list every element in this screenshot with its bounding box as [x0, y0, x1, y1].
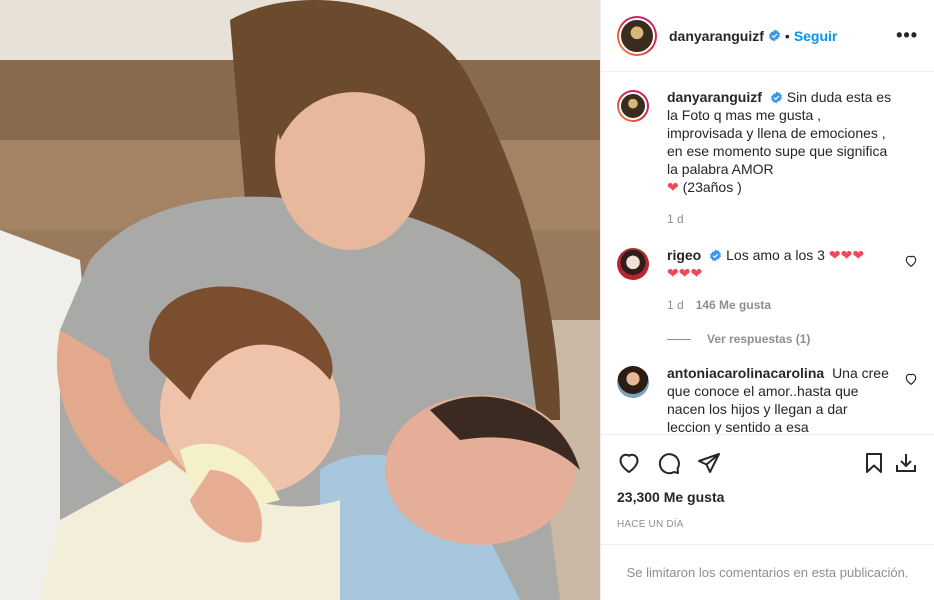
comment-body: rigeo Los amo a los 3 ❤❤❤ ❤❤❤ 1 d 146 Me… [667, 246, 888, 314]
post-date[interactable]: HACE UN DÍA [617, 519, 918, 530]
comment-avatar[interactable] [617, 366, 649, 398]
comment-meta: 1 d 146 Me gusta [667, 296, 864, 314]
comment-item: rigeo Los amo a los 3 ❤❤❤ ❤❤❤ 1 d 146 Me… [617, 246, 918, 314]
comment-avatar[interactable] [617, 248, 649, 280]
comment-like-heart-icon[interactable] [904, 254, 918, 268]
verified-icon [770, 91, 782, 104]
caption-time[interactable]: 1 d [667, 210, 684, 228]
share-icon[interactable] [697, 451, 721, 475]
caption: danyaranguizf Sin duda esta es la Foto q… [617, 88, 918, 228]
comments-limited-notice: Se limitaron los comentarios en esta pub… [601, 544, 934, 600]
view-replies-label[interactable]: Ver respuestas (1) [707, 332, 810, 346]
caption-body: danyaranguizf Sin duda esta es la Foto q… [667, 88, 918, 228]
caption-username[interactable]: danyaranguizf [667, 89, 762, 105]
comment-username[interactable]: antoniacarolinacarolina [667, 365, 824, 381]
post-photo-illustration [0, 0, 600, 600]
comment-body: antoniacarolinacarolina Una cree que con… [667, 364, 918, 434]
comments-section: danyaranguizf Sin duda esta es la Foto q… [601, 72, 934, 434]
heart-emoji-icon: ❤ [667, 179, 679, 195]
likes-count[interactable]: 23,300 Me gusta [617, 489, 918, 505]
caption-tail: (23años ) [682, 179, 742, 195]
caption-meta: 1 d [667, 210, 894, 228]
instagram-post: danyaranguizf • Seguir ••• danyaranguizf… [0, 0, 934, 600]
action-icons-right [854, 451, 918, 475]
author-avatar[interactable] [617, 15, 657, 56]
action-bar: 23,300 Me gusta HACE UN DÍA [601, 434, 934, 544]
post-sidebar: danyaranguizf • Seguir ••• danyaranguizf… [600, 0, 934, 600]
follow-button[interactable]: Seguir [794, 28, 838, 44]
download-icon[interactable] [894, 451, 918, 475]
author-username[interactable]: danyaranguizf [669, 28, 764, 44]
replies-divider [667, 338, 691, 340]
heart-emoji-icon: ❤❤❤ [828, 247, 865, 263]
view-replies-button[interactable]: Ver respuestas (1) [667, 332, 918, 346]
comment-time[interactable]: 1 d [667, 296, 684, 314]
comment-like-heart-icon[interactable] [904, 372, 918, 386]
action-icons [617, 443, 918, 483]
heart-emoji-icon: ❤❤❤ [667, 265, 703, 281]
comment-item: antoniacarolinacarolina Una cree que con… [617, 364, 918, 434]
comment-likes[interactable]: 146 Me gusta [696, 296, 771, 314]
heart-icon[interactable] [617, 451, 641, 475]
bookmark-icon[interactable] [862, 451, 886, 475]
comment-text: Los amo a los 3 [726, 247, 825, 263]
post-photo[interactable] [0, 0, 600, 600]
verified-icon [768, 29, 780, 42]
post-header: danyaranguizf • Seguir ••• [601, 0, 934, 72]
verified-icon [710, 249, 722, 262]
separator-dot: • [784, 27, 790, 44]
comment-icon[interactable] [657, 451, 681, 475]
comment-username[interactable]: rigeo [667, 247, 701, 263]
caption-avatar[interactable] [617, 90, 649, 122]
more-icon[interactable]: ••• [896, 25, 918, 46]
